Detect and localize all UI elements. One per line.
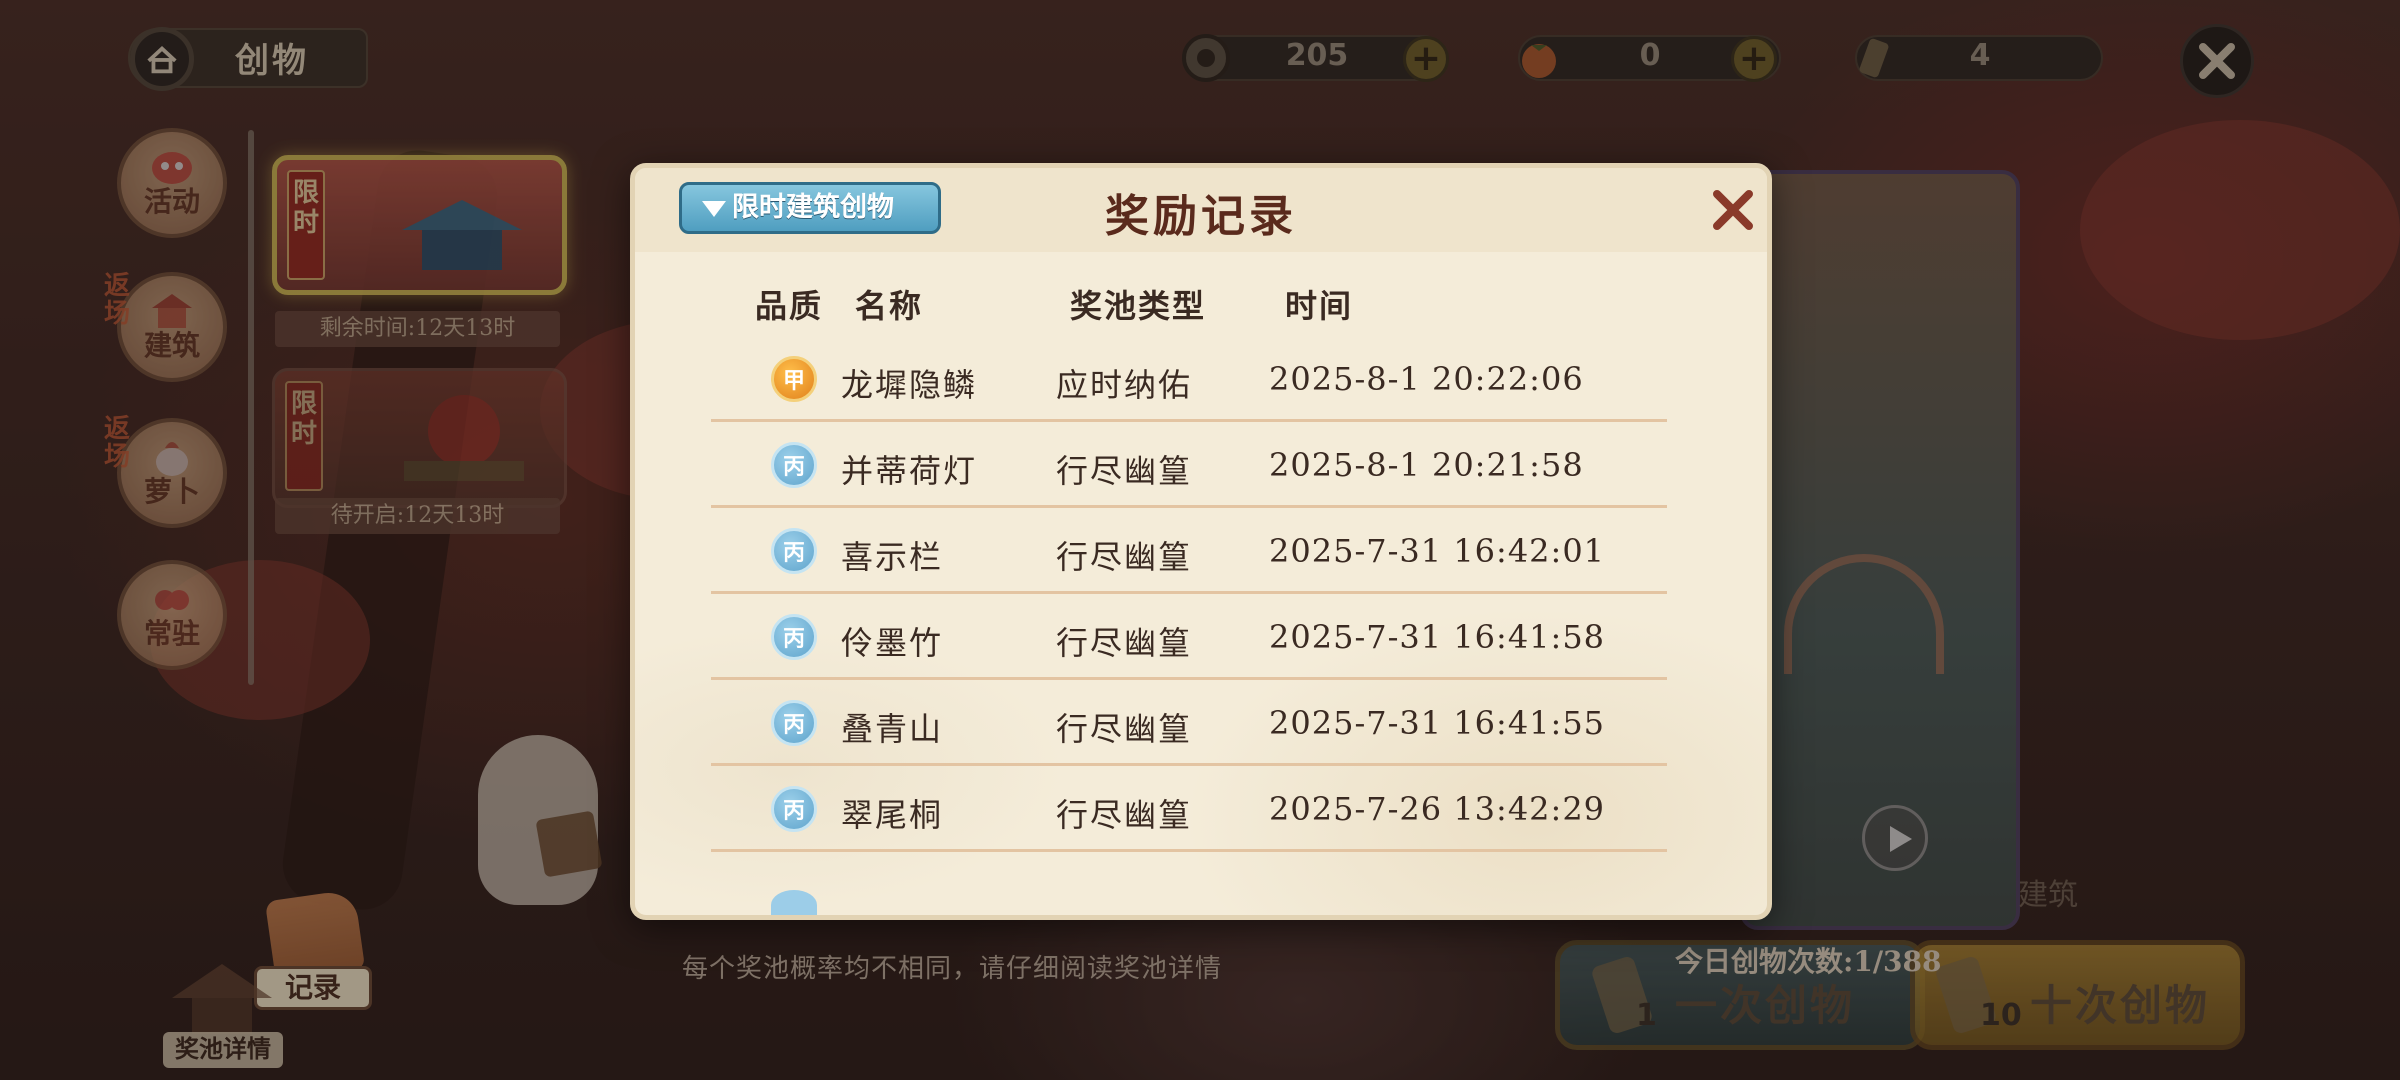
record-time: 2025-7-31 16:41:58 (1269, 618, 1606, 656)
record-time: 2025-8-1 20:22:06 (1269, 360, 1584, 398)
record-pool: 行尽幽篁 (1056, 796, 1193, 834)
record-pool: 行尽幽篁 (1056, 538, 1193, 576)
record-row: 丙翠尾桐 行尽幽篁 2025-7-26 13:42:29 (711, 766, 1667, 852)
record-pool: 行尽幽篁 (1056, 452, 1193, 490)
column-quality: 品质 (755, 287, 824, 325)
reward-record-dialog: 限时建筑创物 奖励记录 品质 名称 奖池类型 时间 甲龙墀隐鳞 应时纳佑 2025-… (630, 163, 1772, 920)
record-name: 并蒂荷灯 (841, 452, 978, 490)
column-name: 名称 (855, 287, 924, 325)
record-name: 龙墀隐鳞 (841, 366, 978, 404)
column-pool: 奖池类型 (1070, 287, 1207, 325)
record-name: 翠尾桐 (841, 796, 944, 834)
grade-badge: 丙 (771, 786, 817, 832)
record-time: 2025-7-31 16:42:01 (1269, 532, 1606, 570)
record-name: 叠青山 (841, 710, 944, 748)
record-row: 丙喜示栏 行尽幽篁 2025-7-31 16:42:01 (711, 508, 1667, 594)
column-time: 时间 (1285, 287, 1354, 325)
record-row: 甲龙墀隐鳞 应时纳佑 2025-8-1 20:22:06 (711, 336, 1667, 422)
record-pool: 行尽幽篁 (1056, 624, 1193, 662)
dialog-title: 奖励记录 (1105, 191, 1297, 242)
record-pool: 行尽幽篁 (1056, 710, 1193, 748)
grade-badge: 丙 (771, 442, 817, 488)
record-row: 丙伶墨竹 行尽幽篁 2025-7-31 16:41:58 (711, 594, 1667, 680)
grade-badge: 甲 (771, 356, 817, 402)
record-row: 丙叠青山 行尽幽篁 2025-7-31 16:41:55 (711, 680, 1667, 766)
record-time: 2025-7-31 16:41:55 (1269, 704, 1606, 742)
record-row: 丙并蒂荷灯 行尽幽篁 2025-8-1 20:21:58 (711, 422, 1667, 508)
grade-badge: 丙 (771, 614, 817, 660)
record-name: 喜示栏 (841, 538, 944, 576)
close-icon[interactable] (1707, 184, 1759, 236)
grade-badge: 丙 (771, 700, 817, 746)
grade-badge: 丙 (771, 528, 817, 574)
grade-badge-partial (771, 890, 817, 915)
record-time: 2025-8-1 20:21:58 (1269, 446, 1584, 484)
record-pool: 应时纳佑 (1056, 366, 1193, 404)
record-name: 伶墨竹 (841, 624, 944, 662)
record-time: 2025-7-26 13:42:29 (1269, 790, 1606, 828)
